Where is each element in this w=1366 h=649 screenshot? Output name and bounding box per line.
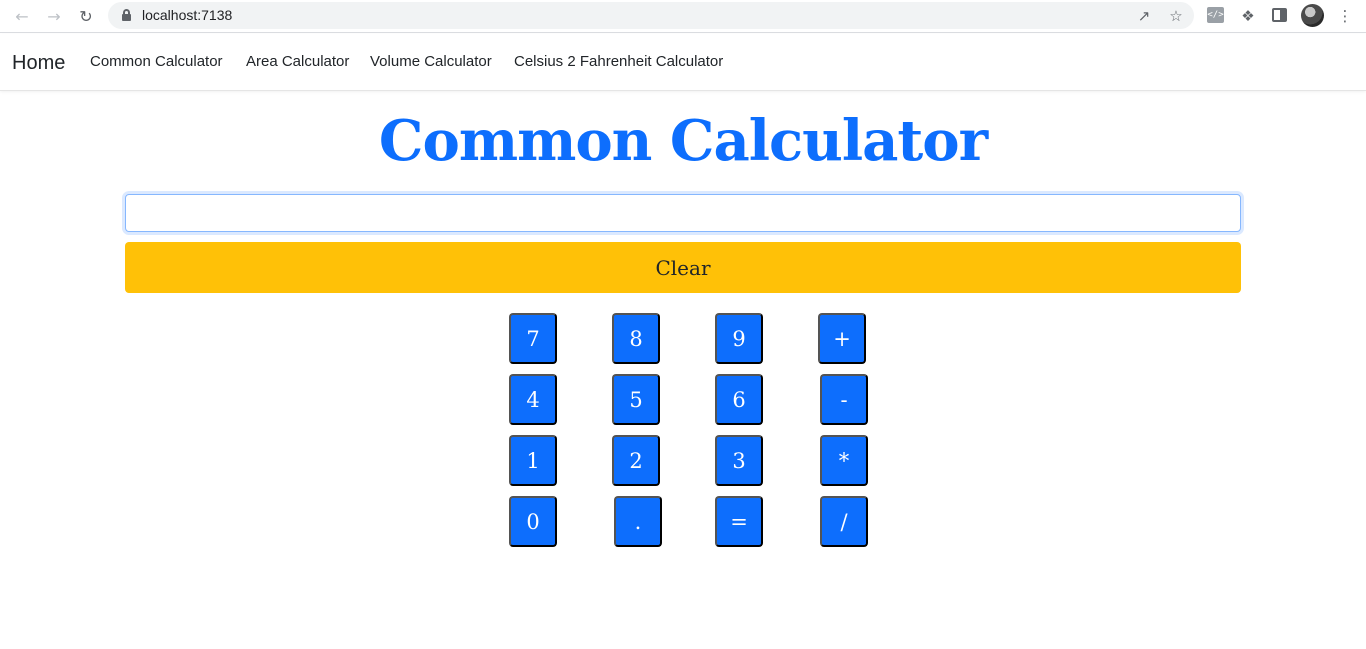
- menu-kebab-icon[interactable]: ⋮: [1334, 5, 1356, 27]
- share-icon[interactable]: ↗: [1133, 5, 1155, 27]
- clear-button[interactable]: Clear: [125, 242, 1241, 293]
- nav-link-celsius-fahrenheit-calculator[interactable]: Celsius 2 Fahrenheit Calculator: [514, 53, 723, 70]
- key-divide-button[interactable]: /: [820, 496, 868, 547]
- nav-brand-home[interactable]: Home: [12, 52, 65, 75]
- key-1-button[interactable]: 1: [509, 435, 557, 486]
- back-arrow-icon[interactable]: ←: [11, 5, 33, 27]
- nav-link-common-calculator[interactable]: Common Calculator: [90, 53, 223, 70]
- nav-link-volume-calculator[interactable]: Volume Calculator: [370, 53, 492, 70]
- page-title: Common Calculator: [378, 108, 988, 174]
- extensions-puzzle-icon[interactable]: ❖: [1237, 5, 1259, 27]
- key-0-button[interactable]: 0: [509, 496, 557, 547]
- key-3-button[interactable]: 3: [715, 435, 763, 486]
- key-9-button[interactable]: 9: [715, 313, 763, 364]
- side-panel-icon[interactable]: [1272, 8, 1287, 22]
- key-equals-button[interactable]: =: [715, 496, 763, 547]
- forward-arrow-icon[interactable]: →: [43, 5, 65, 27]
- address-bar[interactable]: localhost:7138 ↗ ☆: [108, 2, 1194, 29]
- key-2-button[interactable]: 2: [612, 435, 660, 486]
- nav-link-area-calculator[interactable]: Area Calculator: [246, 53, 349, 70]
- app-navbar: Home Common Calculator Area Calculator V…: [0, 34, 1366, 91]
- url-text[interactable]: localhost:7138: [142, 7, 232, 23]
- key-8-button[interactable]: 8: [612, 313, 660, 364]
- key-7-button[interactable]: 7: [509, 313, 557, 364]
- bookmark-star-icon[interactable]: ☆: [1165, 5, 1187, 27]
- key-5-button[interactable]: 5: [612, 374, 660, 425]
- key-4-button[interactable]: 4: [509, 374, 557, 425]
- key-6-button[interactable]: 6: [715, 374, 763, 425]
- calculator-display-input[interactable]: [125, 194, 1241, 232]
- key-multiply-button[interactable]: *: [820, 435, 868, 486]
- key-decimal-button[interactable]: .: [614, 496, 662, 547]
- browser-toolbar: ← → ↻ localhost:7138 ↗ ☆ </> ❖ ⋮: [0, 0, 1366, 33]
- devtools-extension-icon[interactable]: </>: [1207, 7, 1224, 23]
- profile-avatar[interactable]: [1301, 4, 1324, 27]
- lock-icon[interactable]: [122, 9, 131, 21]
- reload-icon[interactable]: ↻: [75, 5, 97, 27]
- key-plus-button[interactable]: +: [818, 313, 866, 364]
- key-minus-button[interactable]: -: [820, 374, 868, 425]
